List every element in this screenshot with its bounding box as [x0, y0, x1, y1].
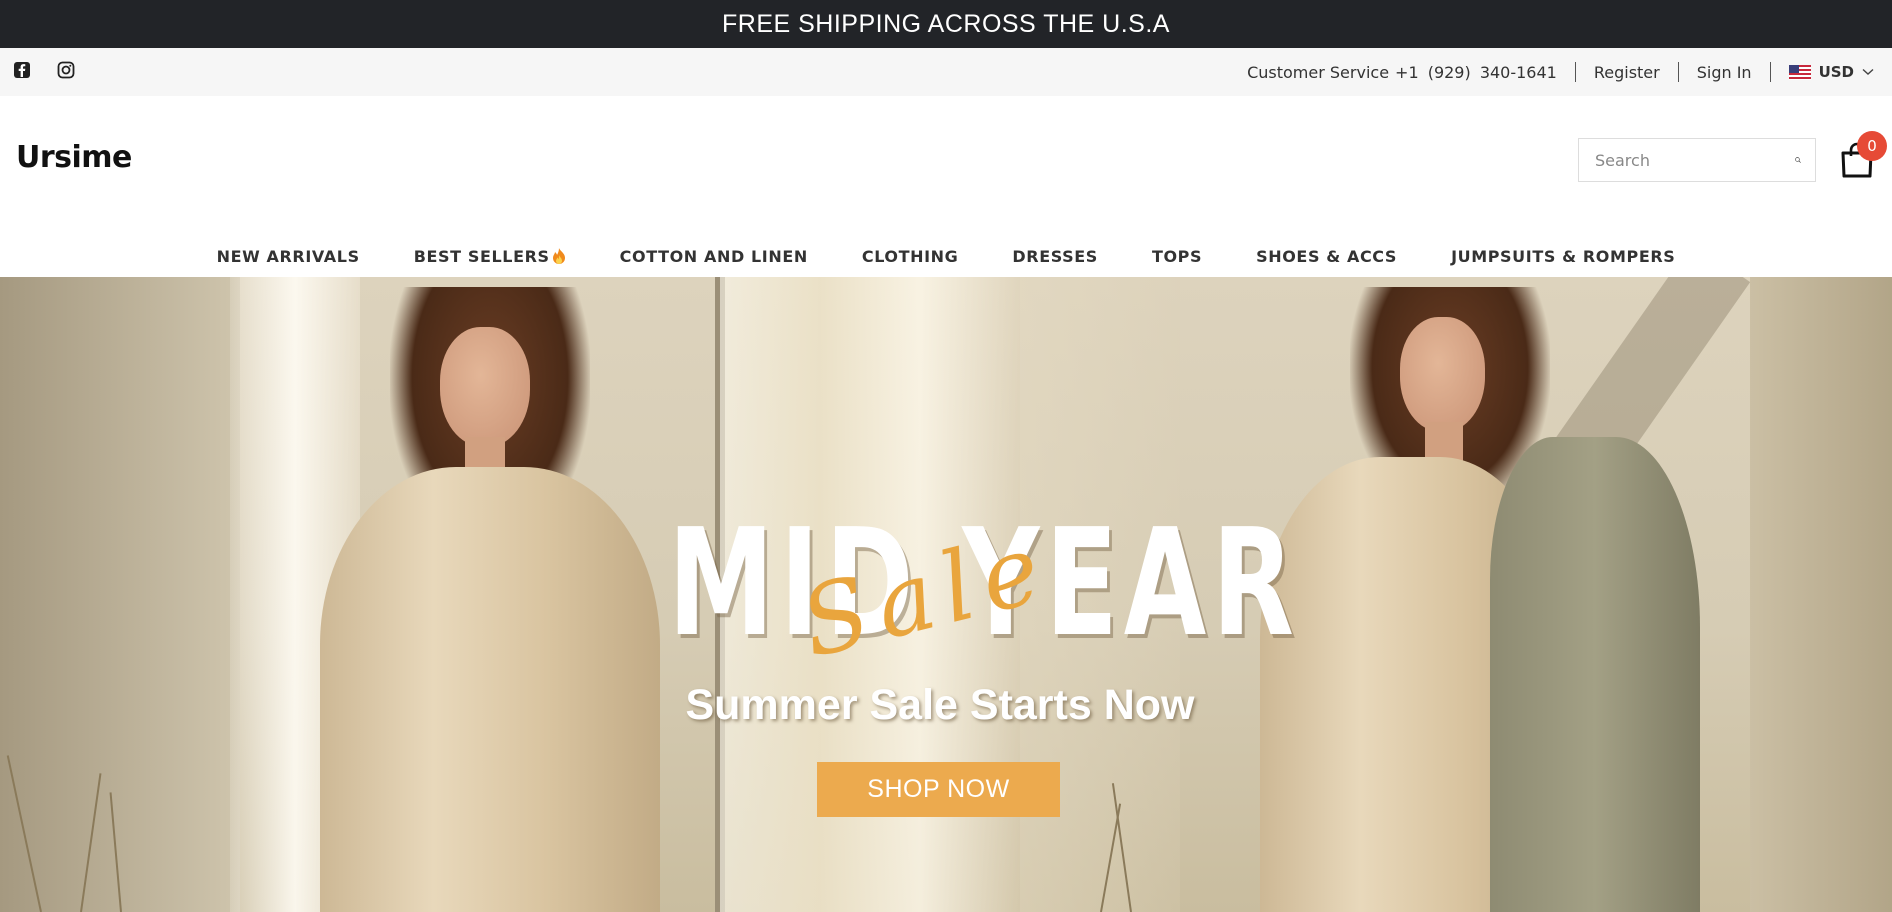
nav-clothing[interactable]: CLOTHING — [862, 247, 959, 266]
flame-icon — [552, 248, 565, 264]
nav-label: SHOES & ACCS — [1256, 246, 1398, 266]
nav-label: JUMPSUITS & ROMPERS — [1451, 246, 1676, 266]
customer-service-label: Customer Service — [1247, 62, 1390, 82]
nav-dresses[interactable]: DRESSES — [1012, 247, 1098, 266]
announcement-text: FREE SHIPPING ACROSS THE U.S.A — [722, 9, 1170, 38]
facebook-icon[interactable] — [12, 60, 32, 80]
nav-jumpsuits-rompers[interactable]: JUMPSUITS & ROMPERS — [1451, 247, 1675, 266]
customer-service-phone[interactable]: +1 (929) 340-1641 — [1395, 63, 1557, 82]
nav-label: TOPS — [1151, 246, 1203, 266]
sign-in-link[interactable]: Sign In — [1697, 63, 1752, 82]
instagram-icon[interactable] — [56, 60, 76, 80]
hero-text: MID YEAR Sale Summer Sale Starts Now SHO… — [0, 277, 1892, 912]
nav-label: NEW ARRIVALS — [216, 246, 360, 266]
site-logo[interactable]: Ursime — [16, 140, 132, 175]
nav-tops[interactable]: TOPS — [1152, 247, 1202, 266]
nav-cotton-and-linen[interactable]: COTTON AND LINEN — [620, 247, 808, 266]
shop-now-button[interactable]: SHOP NOW — [817, 762, 1060, 817]
utility-links: Customer Service +1 (929) 340-1641 Regis… — [1247, 60, 1874, 84]
nav-label: CLOTHING — [861, 246, 959, 266]
search-input[interactable] — [1595, 150, 1795, 170]
nav-best-sellers[interactable]: BEST SELLERS — [414, 247, 566, 266]
currency-selector[interactable]: USD — [1788, 63, 1874, 81]
hero-subheadline: Summer Sale Starts Now — [685, 681, 1195, 729]
divider — [1677, 62, 1679, 82]
search-box — [1578, 138, 1816, 182]
hero-banner[interactable]: MID YEAR Sale Summer Sale Starts Now SHO… — [0, 277, 1892, 912]
main-navigation: NEW ARRIVALS BEST SELLERS COTTON AND LIN… — [0, 238, 1892, 274]
currency-label: USD — [1818, 63, 1854, 81]
nav-label: DRESSES — [1012, 246, 1098, 266]
nav-label: COTTON AND LINEN — [619, 246, 808, 266]
nav-shoes-accs[interactable]: SHOES & ACCS — [1256, 247, 1397, 266]
search-icon[interactable] — [1795, 149, 1801, 171]
us-flag-icon — [1788, 64, 1811, 80]
chevron-down-icon — [1862, 68, 1874, 75]
nav-label: BEST SELLERS — [413, 246, 550, 266]
site-header: Ursime 0 NEW ARRIVALS BEST SELLERS COTTO… — [0, 96, 1892, 276]
nav-new-arrivals[interactable]: NEW ARRIVALS — [217, 247, 360, 266]
register-link[interactable]: Register — [1594, 63, 1660, 82]
social-links — [12, 60, 76, 80]
announcement-bar: FREE SHIPPING ACROSS THE U.S.A — [0, 0, 1892, 48]
divider — [1574, 62, 1576, 82]
cart-count-badge[interactable]: 0 — [1857, 131, 1887, 161]
divider — [1769, 62, 1771, 82]
utility-bar: Customer Service +1 (929) 340-1641 Regis… — [0, 48, 1892, 96]
